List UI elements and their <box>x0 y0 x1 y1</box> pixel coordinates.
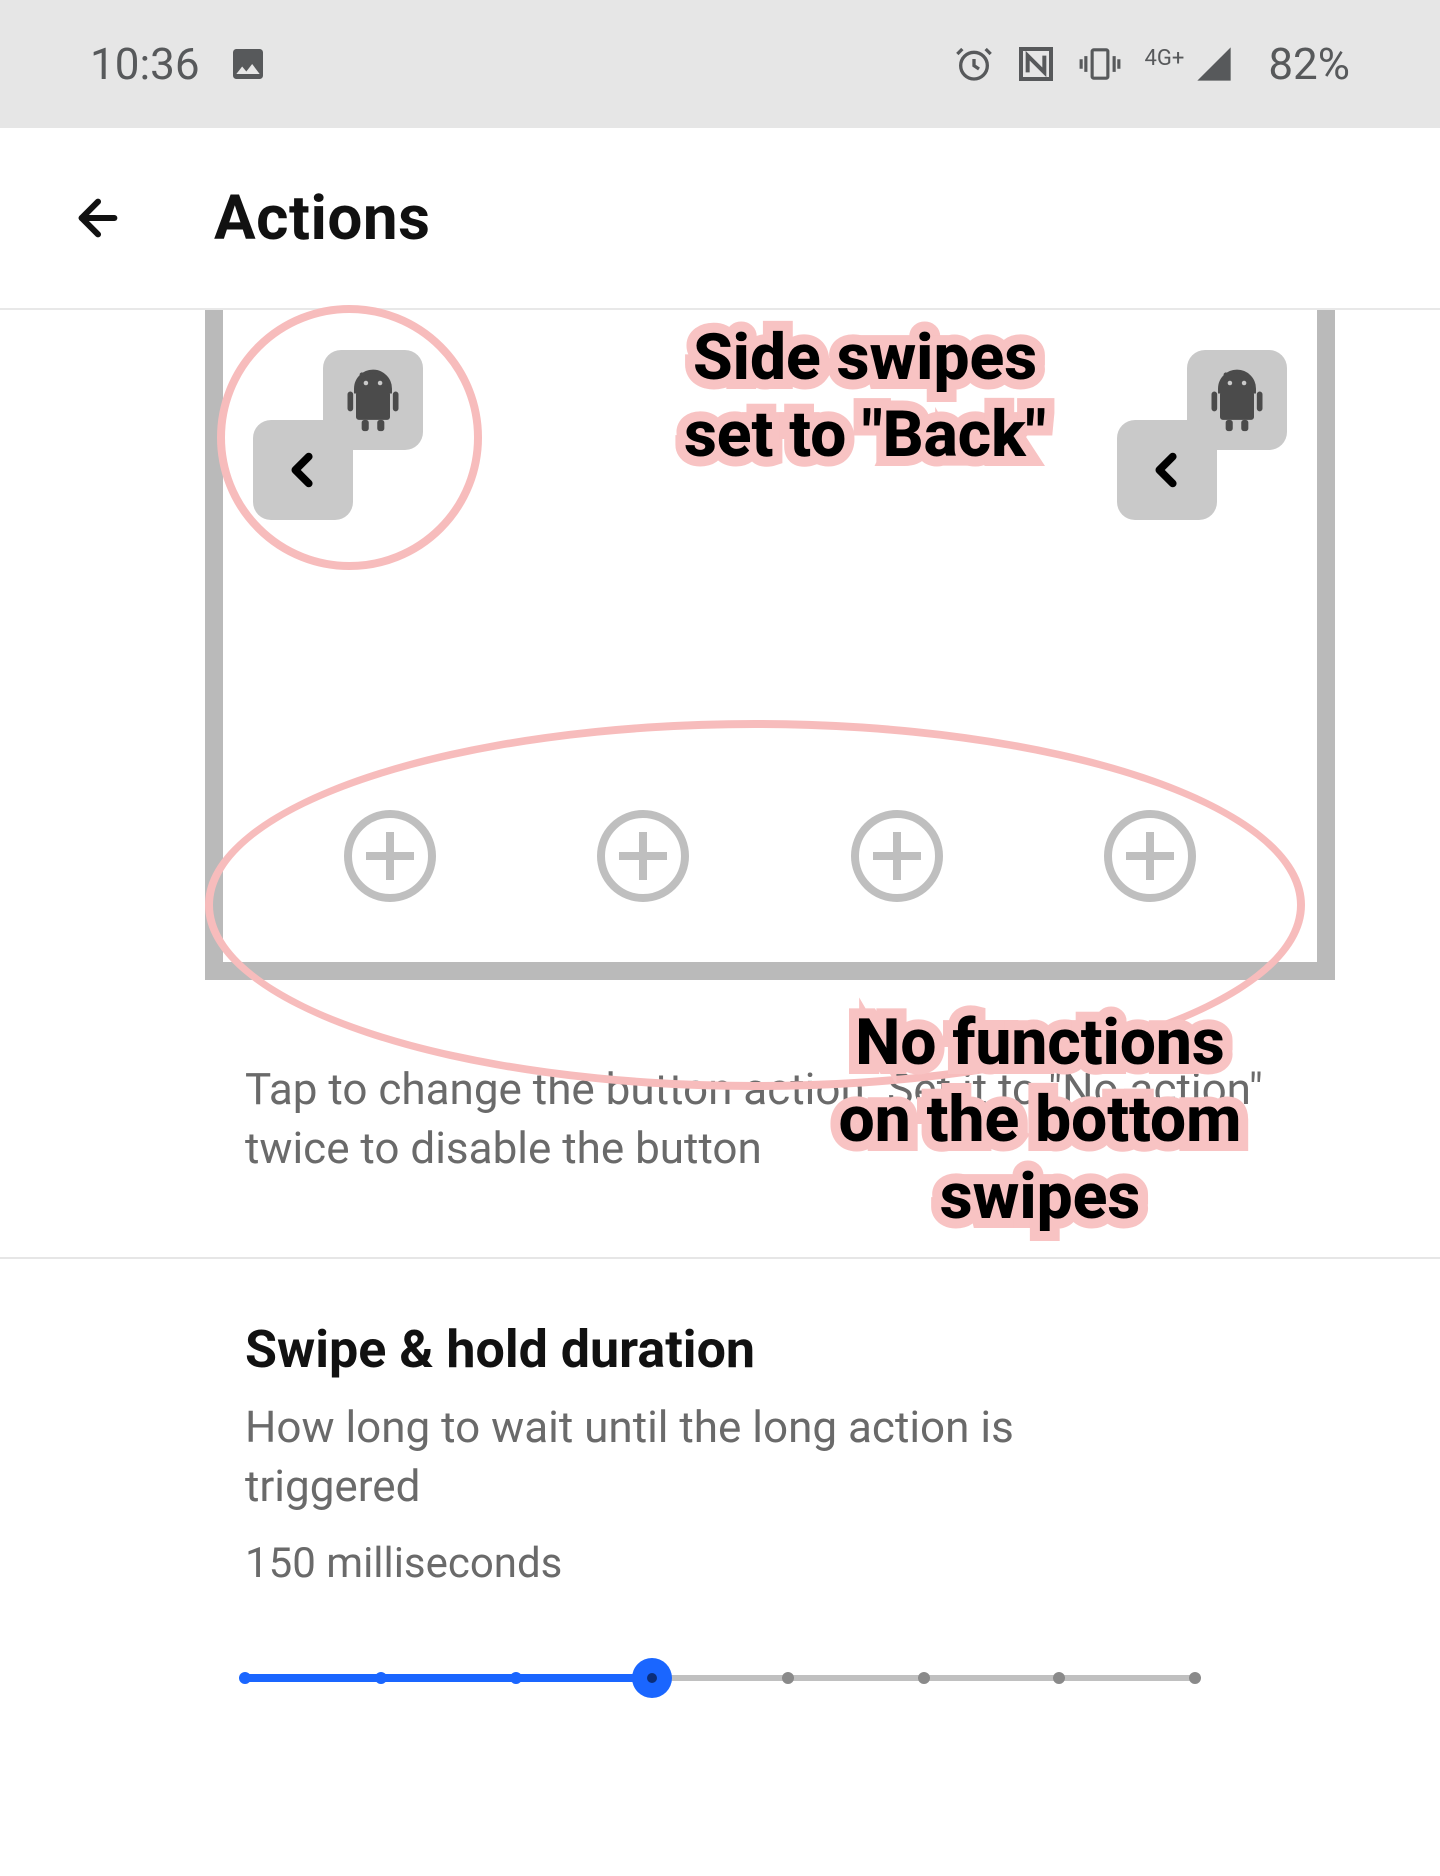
back-chevron-icon <box>1117 420 1217 520</box>
helper-text: Tap to change the button action. Set it … <box>245 1060 1330 1179</box>
back-chevron-icon <box>253 420 353 520</box>
right-edge-action[interactable] <box>1117 350 1287 520</box>
bottom-action-row <box>223 810 1317 902</box>
swipe-hold-section[interactable]: Swipe & hold duration How long to wait u… <box>0 1259 1440 1698</box>
picture-icon <box>228 44 268 84</box>
section-subtitle: How long to wait until the long action i… <box>245 1398 1195 1517</box>
device-frame <box>205 310 1335 980</box>
duration-slider[interactable] <box>245 1658 1195 1698</box>
nfc-icon <box>1016 44 1056 84</box>
left-edge-action[interactable] <box>253 350 423 520</box>
add-action-slot-1[interactable] <box>344 810 436 902</box>
app-bar: Actions <box>0 128 1440 310</box>
status-time: 10:36 <box>90 38 200 90</box>
back-arrow-icon[interactable] <box>70 190 126 246</box>
preview-panel: Side swipes set to "Back" Side swipes se… <box>205 310 1335 980</box>
signal-icon <box>1192 44 1236 84</box>
section-value: 150 milliseconds <box>245 1539 1195 1588</box>
add-action-slot-3[interactable] <box>851 810 943 902</box>
add-action-slot-4[interactable] <box>1104 810 1196 902</box>
network-label: 4G+ <box>1144 46 1184 71</box>
vibrate-icon <box>1078 44 1122 84</box>
page-title: Actions <box>214 182 430 255</box>
status-bar: 10:36 4G+ 82% <box>0 0 1440 128</box>
add-action-slot-2[interactable] <box>597 810 689 902</box>
section-title: Swipe & hold duration <box>245 1319 1195 1380</box>
alarm-icon <box>954 44 994 84</box>
battery-percent: 82% <box>1268 38 1350 90</box>
